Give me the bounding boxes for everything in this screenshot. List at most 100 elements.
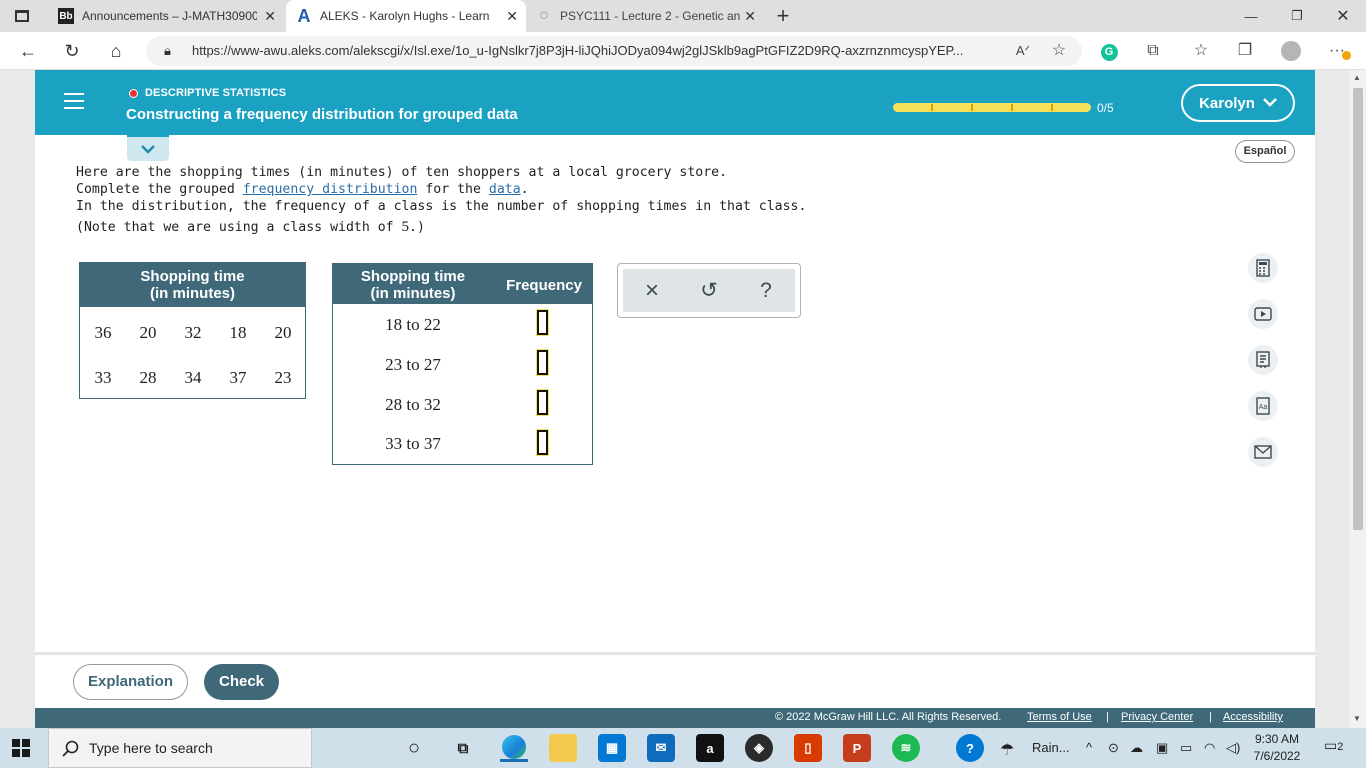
clear-button[interactable]: × (637, 279, 667, 303)
tab-close-icon[interactable]: ✕ (744, 8, 756, 25)
frequency-distribution-link[interactable]: frequency distribution (243, 182, 418, 197)
weather-text[interactable]: Rain... (1032, 740, 1070, 755)
meet-now-icon[interactable]: ⊙ (1108, 740, 1119, 756)
frequency-input-4[interactable] (536, 429, 549, 456)
scroll-up-icon[interactable]: ▲ (1353, 73, 1361, 82)
help-app-icon[interactable]: ? (956, 734, 984, 762)
notification-center-icon[interactable]: ▭2 (1324, 737, 1343, 754)
collapse-header-button[interactable] (127, 135, 169, 161)
settings-more-icon[interactable]: ··· (1326, 41, 1351, 61)
dictionary-icon[interactable]: Aa (1248, 391, 1278, 421)
powerpoint-icon[interactable]: P (843, 734, 871, 762)
taskbar-clock[interactable]: 9:30 AM 7/6/2022 (1252, 731, 1302, 765)
prompt-line-3: In the distribution, the frequency of a … (76, 199, 807, 214)
lock-icon: 🔒︎ (164, 43, 171, 58)
back-arrow-icon[interactable]: ← (16, 40, 40, 62)
grammarly-icon[interactable]: G (1098, 41, 1120, 61)
scroll-thumb[interactable] (1353, 88, 1363, 530)
task-view-icon[interactable]: ⧉ (449, 734, 477, 762)
check-button[interactable]: Check (204, 664, 279, 700)
profile-avatar-icon[interactable] (1280, 41, 1302, 61)
refresh-icon[interactable]: ↻ (60, 40, 84, 62)
cortana-icon[interactable]: ○ (400, 734, 428, 762)
windows-start-icon[interactable] (12, 739, 30, 757)
battery-icon[interactable]: ▭ (1180, 740, 1192, 756)
home-icon[interactable]: ⌂ (104, 40, 128, 62)
taskbar-search-box[interactable]: Type here to search (48, 728, 312, 768)
explanation-button[interactable]: Explanation (73, 664, 188, 700)
loading-favicon-icon: ○ (539, 7, 549, 24)
clock-time: 9:30 AM (1254, 732, 1300, 746)
file-explorer-icon[interactable] (549, 734, 577, 762)
notification-count: 2 (1337, 741, 1344, 753)
wifi-icon[interactable]: ◠ (1204, 740, 1215, 756)
display-icon[interactable]: ▣ (1156, 740, 1168, 756)
tab-title: PSYC111 - Lecture 2 - Genetic an (560, 9, 740, 23)
data-cell: 33 (94, 368, 112, 387)
prompt-text: Complete the grouped (76, 182, 243, 197)
data-link[interactable]: data (489, 182, 521, 197)
shopping-times-data-table: Shopping time (in minutes) 36 20 32 18 2… (79, 262, 306, 399)
class-column-header: Shopping time (in minutes) (333, 268, 493, 302)
prompt-text: . (520, 182, 529, 197)
prompt-line-2: Complete the grouped frequency distribut… (76, 182, 529, 197)
mail-icon[interactable]: ✉ (647, 734, 675, 762)
prompt-text: .) (409, 220, 425, 235)
prompt-line-4: (Note that we are using a class width of… (76, 219, 425, 236)
tab-close-icon[interactable]: ✕ (506, 8, 518, 25)
add-favorite-icon[interactable]: ☆ (1048, 41, 1070, 61)
privacy-link[interactable]: Privacy Center (1121, 711, 1193, 723)
window-close-button[interactable]: ✕ (1328, 0, 1358, 32)
data-cell: 32 (184, 323, 202, 342)
extensions-icon[interactable]: ⧉ (1142, 41, 1164, 61)
progress-text: 0/5 (1097, 101, 1114, 115)
tab-announcements[interactable]: Bb Announcements – J-MATH30900 ✕ (48, 0, 284, 32)
url-bar[interactable]: 🔒︎ https://www-awu.aleks.com/alekscgi/x/… (146, 36, 1082, 66)
hamburger-menu-icon[interactable] (64, 93, 84, 109)
terms-link[interactable]: Terms of Use (1027, 711, 1092, 723)
browser-tab-bar: Bb Announcements – J-MATH30900 ✕ A ALEKS… (0, 0, 1366, 32)
tab-actions-button[interactable] (0, 0, 44, 32)
favorites-icon[interactable]: ☆ (1190, 41, 1212, 61)
data-cell: 28 (139, 368, 157, 387)
data-cell: 34 (184, 368, 202, 387)
show-hidden-icons-icon[interactable]: ^ (1086, 740, 1092, 755)
browser-toolbar: ← ↻ ⌂ 🔒︎ https://www-awu.aleks.com/aleks… (0, 32, 1366, 70)
scroll-down-icon[interactable]: ▼ (1353, 714, 1361, 723)
tool-button-group: × ↺ ? (623, 269, 795, 312)
topic-name: DESCRIPTIVE STATISTICS (145, 87, 287, 99)
tab-psyc111[interactable]: ○ PSYC111 - Lecture 2 - Genetic an ✕ (528, 0, 764, 32)
help-button[interactable]: ? (751, 279, 781, 303)
calculator-icon[interactable] (1248, 253, 1278, 283)
frequency-input-3[interactable] (536, 389, 549, 416)
office-icon[interactable]: ▯ (794, 734, 822, 762)
textbook-icon[interactable] (1248, 345, 1278, 375)
app-icon[interactable]: ◈ (745, 734, 773, 762)
spotify-icon[interactable]: ≋ (892, 734, 920, 762)
class-label: 28 to 32 (385, 395, 441, 414)
tab-title: ALEKS - Karolyn Hughs - Learn (320, 9, 490, 23)
collections-icon[interactable]: ❐ (1234, 41, 1256, 61)
volume-icon[interactable]: ◁) (1226, 740, 1240, 756)
message-envelope-icon[interactable] (1248, 437, 1278, 467)
minimize-button[interactable]: — (1236, 0, 1266, 32)
tab-aleks[interactable]: A ALEKS - Karolyn Hughs - Learn ✕ (286, 0, 526, 32)
undo-button[interactable]: ↺ (694, 279, 724, 303)
tab-close-icon[interactable]: ✕ (264, 8, 276, 25)
accessibility-link[interactable]: Accessibility (1223, 711, 1283, 723)
weather-icon[interactable]: ☂ (1000, 740, 1014, 760)
microsoft-store-icon[interactable]: ▦ (598, 734, 626, 762)
frequency-input-1[interactable] (536, 309, 549, 336)
user-menu-button[interactable]: Karolyn (1181, 84, 1295, 122)
problem-content: Español Here are the shopping times (in … (35, 135, 1315, 652)
onedrive-icon[interactable]: ☁ (1130, 740, 1143, 756)
espanol-button[interactable]: Español (1235, 140, 1295, 163)
amazon-icon[interactable]: a (696, 734, 724, 762)
edge-browser-icon[interactable] (500, 734, 528, 762)
new-tab-button[interactable]: + (768, 0, 798, 32)
video-icon[interactable] (1248, 299, 1278, 329)
page-scrollbar[interactable]: ▲ ▼ (1350, 70, 1366, 728)
frequency-input-2[interactable] (536, 349, 549, 376)
restore-button[interactable]: ❐ (1282, 0, 1312, 32)
read-aloud-icon[interactable]: Aᐟ (1012, 41, 1034, 61)
